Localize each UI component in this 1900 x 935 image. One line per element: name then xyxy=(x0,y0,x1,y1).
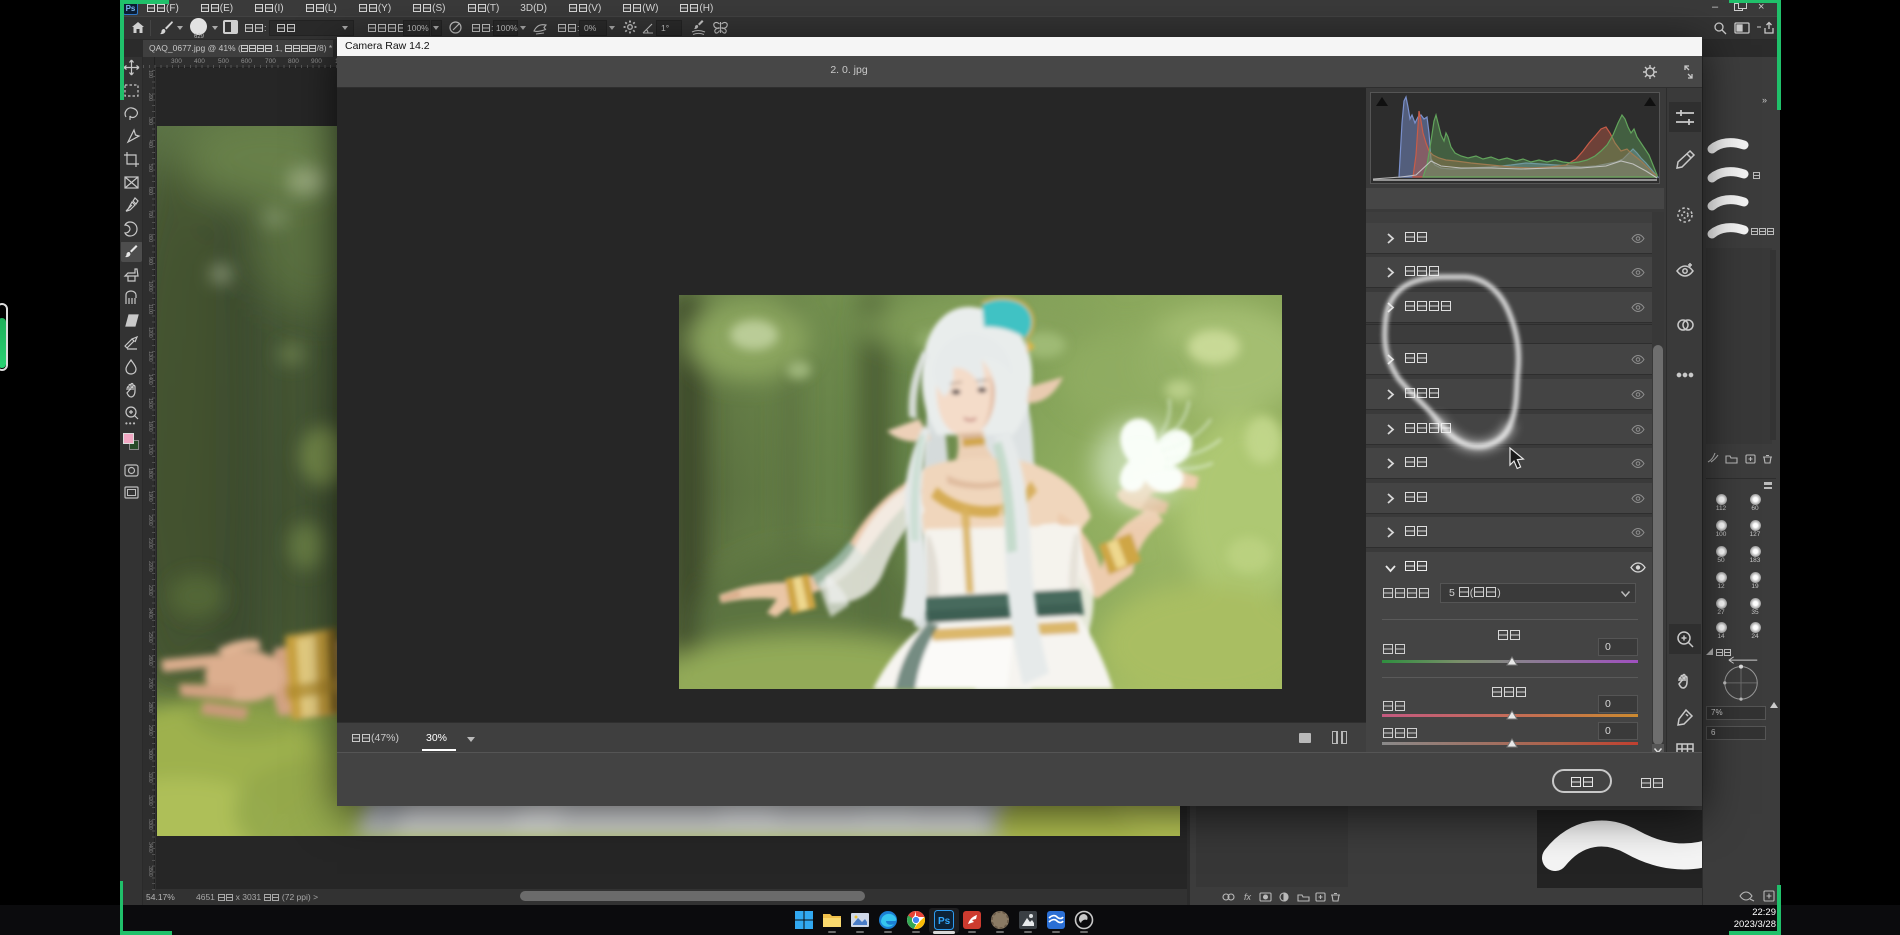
svg-text:Ps: Ps xyxy=(938,916,951,927)
svg-text:fx: fx xyxy=(1244,892,1252,902)
